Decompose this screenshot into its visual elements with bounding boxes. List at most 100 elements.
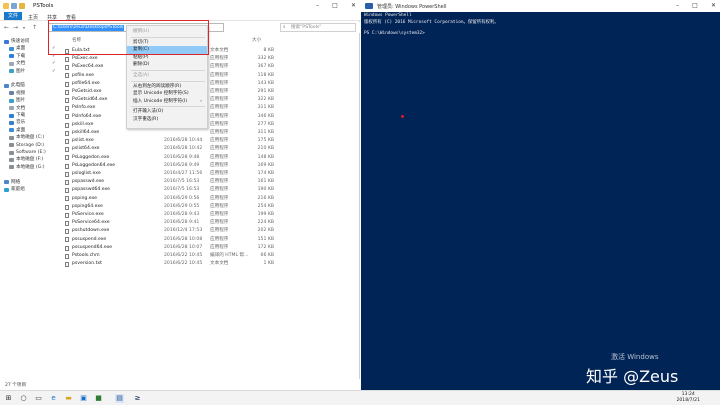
- table-row[interactable]: pspasswd64.exe 2016/7/5 16:53 应用程序 190 KB: [62, 186, 282, 194]
- file-date: 2016/12/4 17:53: [164, 228, 203, 234]
- file-icon: [65, 237, 69, 243]
- file-name: PsLoggedon64.exe: [72, 162, 116, 168]
- minimize-icon[interactable]: –: [676, 2, 679, 11]
- recent-chevron-icon[interactable]: ▾: [23, 25, 25, 30]
- maximize-icon[interactable]: □: [692, 2, 698, 11]
- table-row[interactable]: pspasswd.exe 2016/7/5 16:53 应用程序 161 KB: [62, 178, 282, 186]
- search-box[interactable]: ⌕ 搜索"PSTools": [280, 23, 356, 32]
- minimize-icon[interactable]: –: [316, 2, 319, 11]
- drive-icon: [9, 165, 14, 170]
- file-icon: [65, 196, 69, 202]
- zhihu-watermark: 知乎 @Zeus: [586, 367, 679, 386]
- menu-separator: [131, 70, 205, 71]
- sidebar-item[interactable]: 本地磁盘 (C:): [0, 134, 62, 141]
- download-icon: [9, 113, 14, 118]
- sidebar-item[interactable]: 下载: [0, 112, 62, 119]
- file-size: 161 KB: [257, 179, 274, 185]
- table-row[interactable]: psping.exe 2016/6/29 0:56 应用程序 216 KB: [62, 195, 282, 203]
- sidebar-item[interactable]: 音乐: [0, 119, 62, 126]
- column-header-size[interactable]: 大小: [252, 37, 261, 43]
- file-size: 66 KB: [260, 253, 274, 258]
- sidebar-item[interactable]: 本地磁盘 (G:): [0, 164, 62, 171]
- edge-icon[interactable]: e: [49, 394, 58, 403]
- close-icon[interactable]: ✕: [711, 2, 716, 11]
- powershell-taskbar-button[interactable]: ≥: [133, 394, 142, 403]
- file-date: 2016/6/28 9:43: [164, 212, 200, 217]
- menu-item[interactable]: 打开输入法(O): [127, 108, 207, 116]
- table-row[interactable]: psversion.txt 2016/6/22 10:45 文本文档 1 KB: [62, 260, 282, 268]
- file-icon: [65, 155, 69, 161]
- new-folder-icon[interactable]: [19, 3, 25, 9]
- sidebar-item[interactable]: 家庭组: [0, 186, 62, 193]
- table-row[interactable]: PsService.exe 2016/6/28 9:43 应用程序 199 KB: [62, 211, 282, 219]
- table-row[interactable]: psshutdown.exe 2016/12/4 17:53 应用程序 202 KB: [62, 227, 282, 235]
- file-type: 应用程序: [210, 89, 229, 94]
- menu-item-label: 汉字重选(R): [133, 117, 159, 122]
- tab-file[interactable]: 文件: [4, 12, 23, 20]
- file-icon: [65, 261, 69, 267]
- sidebar-item[interactable]: 此电脑: [0, 82, 62, 89]
- sidebar-item[interactable]: 视频: [0, 90, 62, 97]
- table-row[interactable]: psloglist.exe 2016/4/27 11:56 应用程序 174 KB: [62, 170, 282, 178]
- table-row[interactable]: pssuspend64.exe 2016/6/28 10:07 应用程序 172 KB: [62, 244, 282, 252]
- start-icon[interactable]: ⊞: [4, 394, 13, 403]
- menu-item[interactable]: 从右到左的阅读顺序(R): [127, 83, 207, 91]
- sidebar-item[interactable]: 文档 ✓: [0, 60, 62, 67]
- file-type: 应用程序: [210, 130, 229, 135]
- sidebar-item[interactable]: Software (E:): [0, 149, 62, 156]
- file-type: 应用程序: [210, 203, 229, 209]
- sidebar-item-label: 图片: [16, 98, 26, 104]
- sidebar-item[interactable]: Storage (D:): [0, 142, 62, 149]
- tab-home[interactable]: 主页: [28, 14, 38, 21]
- sidebar-item-label: 视频: [16, 90, 26, 96]
- table-row[interactable]: pskill64.exe 应用程序 311 KB: [62, 129, 282, 137]
- back-icon[interactable]: ←: [4, 24, 9, 31]
- menu-item[interactable]: 汉字重选(R): [127, 116, 207, 124]
- task-view-icon[interactable]: ▭: [34, 394, 43, 403]
- menu-item[interactable]: 显示 Unicode 控制字符(S): [127, 90, 207, 98]
- sidebar-item[interactable]: 网络: [0, 179, 62, 186]
- clock[interactable]: 13:24 2018/7/21: [676, 392, 700, 404]
- file-name: PsGetsid64.exe: [72, 97, 108, 103]
- sidebar-item[interactable]: 文档: [0, 105, 62, 112]
- table-row[interactable]: PsService64.exe 2016/6/28 9:41 应用程序 224 KB: [62, 219, 282, 227]
- window-title: PSTools: [33, 3, 54, 9]
- table-row[interactable]: Pstools.chm 2016/6/22 10:45 编译的 HTML 帮... 6…: [62, 252, 282, 260]
- file-name: pslist64.exe: [72, 146, 100, 152]
- menu-item-label: 插入 Unicode 控制字符(I): [133, 98, 188, 104]
- sidebar-item[interactable]: 本地磁盘 (F:): [0, 156, 62, 163]
- file-icon: [65, 65, 69, 71]
- file-type: 应用程序: [210, 72, 229, 78]
- menu-item[interactable]: 插入 Unicode 控制字符(I) ›: [127, 98, 207, 106]
- file-size: 254 KB: [257, 203, 274, 209]
- file-type: 文本文档: [210, 261, 229, 267]
- search-icon[interactable]: ○: [19, 394, 28, 403]
- powershell-icon: [365, 3, 373, 9]
- table-row[interactable]: pslist64.exe 2016/6/28 10:42 应用程序 210 KB: [62, 145, 282, 153]
- menu-item[interactable]: 删除(D): [127, 61, 207, 69]
- file-type: 应用程序: [210, 146, 229, 152]
- table-row[interactable]: pssuspend.exe 2016/6/28 10:08 应用程序 151 KB: [62, 236, 282, 244]
- sidebar-item[interactable]: 图片 ✓: [0, 68, 62, 75]
- explorer-taskbar-button[interactable]: ▤: [115, 394, 124, 403]
- sidebar-item[interactable]: 图片: [0, 97, 62, 104]
- file-name: pspasswd64.exe: [72, 187, 110, 193]
- up-icon[interactable]: ↑: [32, 24, 37, 31]
- close-icon[interactable]: ✕: [351, 2, 356, 11]
- maximize-icon[interactable]: □: [332, 2, 338, 11]
- file-icon: [65, 188, 69, 194]
- sidebar-item[interactable]: 桌面: [0, 127, 62, 134]
- app-icon[interactable]: ■: [94, 394, 103, 403]
- table-row[interactable]: PsLoggedon64.exe 2016/6/28 9:49 应用程序 169 KB: [62, 162, 282, 170]
- file-icon: [65, 253, 69, 259]
- file-size: 151 KB: [257, 236, 274, 242]
- table-row[interactable]: pslist.exe 2016/6/28 10:44 应用程序 175 KB: [62, 137, 282, 145]
- table-row[interactable]: PsLoggedon.exe 2016/6/28 9:48 应用程序 148 KB: [62, 154, 282, 162]
- forward-icon[interactable]: →: [13, 24, 18, 31]
- document-icon: [9, 61, 14, 66]
- explorer-icon[interactable]: ▬: [64, 394, 73, 403]
- table-row[interactable]: psping64.exe 2016/6/29 0:55 应用程序 254 KB: [62, 203, 282, 211]
- properties-icon[interactable]: [11, 3, 17, 9]
- console-prompt[interactable]: PS C:\Windows\system32>: [364, 31, 425, 36]
- store-icon[interactable]: ▣: [79, 394, 88, 403]
